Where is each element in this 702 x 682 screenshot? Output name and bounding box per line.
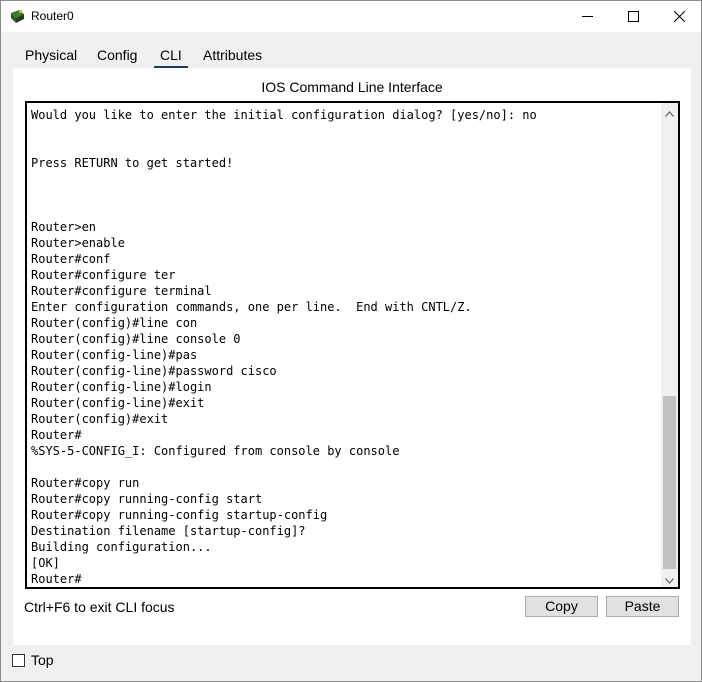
terminal-line: Router(config-line)#exit (31, 396, 205, 410)
terminal-line: Router# (31, 428, 82, 442)
vertical-scrollbar[interactable] (661, 103, 678, 587)
cli-panel: IOS Command Line Interface Would you lik… (13, 68, 691, 645)
router-window: Router0 Physical Config CLI Attributes I… (0, 0, 702, 682)
copy-button[interactable]: Copy (525, 596, 598, 617)
terminal-line: Router#conf (31, 252, 111, 266)
chevron-up-icon (665, 104, 674, 120)
terminal-line: %SYS-5-CONFIG_I: Configured from console… (31, 444, 400, 458)
terminal-line: Router#copy running-config start (31, 492, 263, 506)
panel-title: IOS Command Line Interface (261, 79, 443, 95)
terminal-line: Router(config)#line console 0 (31, 332, 241, 346)
terminal-line: Router#copy running-config startup-confi… (31, 508, 328, 522)
terminal-line: Router(config-line)#password cisco (31, 364, 277, 378)
terminal-line: Router#configure ter (31, 268, 176, 282)
terminal-line: Router>enable (31, 236, 125, 250)
terminal-line: [OK] (31, 556, 60, 570)
router-app-icon (10, 9, 25, 24)
paste-button[interactable]: Paste (606, 596, 679, 617)
terminal-line: Building configuration... (31, 540, 212, 554)
terminal-line: Router>en (31, 220, 97, 234)
terminal-line: Router(config-line)#pas (31, 348, 198, 362)
tab-physical[interactable]: Physical (19, 43, 83, 69)
tab-attributes[interactable]: Attributes (197, 43, 268, 69)
scroll-down-button[interactable] (661, 570, 678, 587)
terminal-line: Router# (31, 572, 82, 586)
terminal-line: Router#copy run (31, 476, 140, 490)
scroll-up-button[interactable] (661, 103, 678, 120)
terminal-line: Router(config)#line con (31, 316, 198, 330)
scroll-thumb[interactable] (663, 396, 676, 569)
terminal-line: Press RETURN to get started! (31, 156, 234, 170)
terminal-line: Router(config)#exit (31, 412, 169, 426)
close-button[interactable] (656, 1, 702, 32)
title-bar[interactable]: Router0 (1, 1, 701, 32)
maximize-button[interactable] (610, 1, 656, 32)
close-icon (673, 9, 685, 25)
top-checkbox[interactable] (12, 654, 25, 667)
terminal-line: Would you like to enter the initial conf… (31, 108, 537, 122)
chevron-down-icon (665, 571, 674, 587)
terminal-output[interactable]: Would you like to enter the initial conf… (31, 107, 659, 587)
terminal-line: Router(config-line)#login (31, 380, 212, 394)
maximize-icon (627, 9, 639, 25)
cli-terminal[interactable]: Would you like to enter the initial conf… (25, 101, 680, 589)
terminal-line: Destination filename [startup-config]? (31, 524, 306, 538)
tab-config[interactable]: Config (91, 43, 143, 69)
tab-cli[interactable]: CLI (154, 43, 188, 69)
exit-focus-hint: Ctrl+F6 to exit CLI focus (24, 599, 175, 615)
window-title: Router0 (31, 9, 74, 23)
terminal-line: Router#configure terminal (31, 284, 212, 298)
minimize-button[interactable] (564, 1, 610, 32)
terminal-line: Enter configuration commands, one per li… (31, 300, 472, 314)
minimize-icon (581, 9, 593, 25)
top-checkbox-label: Top (31, 652, 54, 668)
